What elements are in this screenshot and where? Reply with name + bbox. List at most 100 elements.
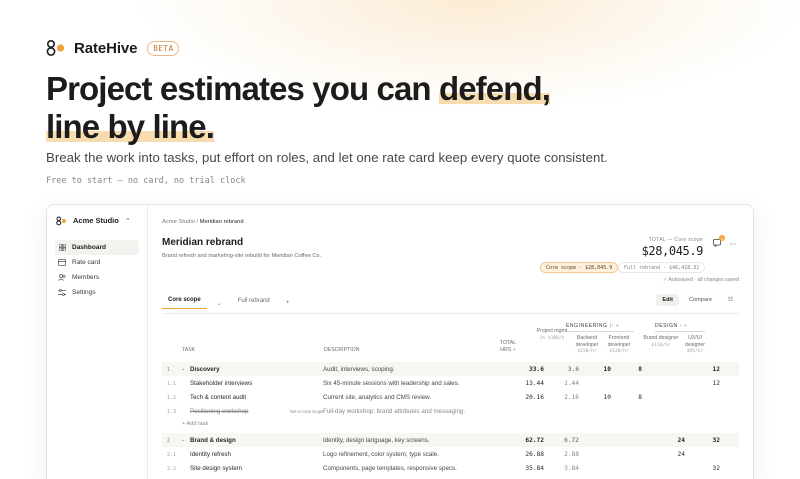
ux-hours: 32 (712, 465, 720, 472)
chevron-down-icon[interactable]: ⌄ (217, 300, 222, 307)
total-hours: 13.44 (525, 380, 544, 387)
task-description: Components, page templates, responsive s… (323, 465, 457, 472)
compare-button[interactable]: Compare (683, 294, 718, 306)
backend-hours: 10 (603, 394, 611, 401)
sidebar-item-label: Settings (72, 289, 96, 296)
notification-badge: 1 (719, 235, 725, 241)
brand-name: RateHive (74, 39, 138, 57)
brand-hours: 24 (677, 437, 685, 444)
task-description: Audit, interviews, scoping. (323, 366, 395, 373)
edit-button[interactable]: Edit (656, 294, 679, 306)
total-hours: 62.72 (525, 437, 544, 444)
grid-icon (58, 244, 66, 252)
pm-hours: 2.16 (564, 394, 579, 401)
task-name: Discovery (190, 366, 220, 373)
total-hours: 33.6 (529, 366, 544, 373)
pm-hours: 6.72 (564, 437, 579, 444)
header-task: TASK (182, 347, 196, 353)
sliders-icon (58, 289, 66, 297)
task-name: Identity refresh (190, 451, 231, 458)
brand-hours: 24 (677, 451, 685, 458)
group-header-design: DESIGN ‹ + (655, 323, 705, 332)
workspace-logo-icon (56, 216, 67, 226)
header-frontend: Frontend developer $120/hr (607, 335, 631, 354)
row-number: 1 (167, 366, 171, 373)
sidebar-item-label: Members (72, 274, 100, 281)
pm-hours: 2.88 (564, 451, 579, 458)
table-group-row[interactable]: ⌄ 1 Discovery Audit, interviews, scoping. 33… (162, 362, 739, 376)
header-ux-designer: UX/UI designer $95/hr (685, 335, 705, 354)
task-description: Current site, analytics and CMS review. (323, 394, 431, 401)
project-description: Brand refresh and marketing-site rebuild… (162, 253, 322, 259)
sidebar-item-members[interactable]: Members (55, 270, 139, 285)
backend-hours: 10 (603, 366, 611, 373)
hero-title-highlight-1: defend, (438, 70, 551, 107)
columns-icon[interactable]: ☷ (722, 294, 739, 306)
chevron-down-icon[interactable]: ⌄ (181, 437, 185, 443)
hero-title: Project estimates you can defend, line b… (46, 70, 551, 146)
breadcrumb: Acme Studio / Meridian rebrand (162, 219, 244, 225)
row-number: 2 (167, 437, 171, 444)
autosave-text: Autosaved · all changes saved (668, 277, 739, 283)
breadcrumb-separator: / (196, 219, 199, 225)
hero-note: Free to start — no card, no trial clock (46, 176, 246, 186)
sidebar-item-label: Rate card (72, 259, 101, 266)
table-group-row[interactable]: ⌄ 2 Brand & design Identity, design languag… (162, 433, 739, 447)
workspace-switcher[interactable]: Acme Studio ⌃ (55, 213, 139, 228)
sidebar-nav: Dashboard Rate card Members Settings (55, 240, 139, 300)
group-header-engineering: ENGINEERING |‹ + (566, 323, 634, 332)
table-row[interactable]: 1.2 Tech & content audit Current site, ana… (162, 390, 739, 404)
header-brand-designer: Brand designer $110/hr (643, 335, 679, 348)
chevron-down-icon[interactable]: ⌄ (181, 366, 185, 372)
row-number: 1.2 (167, 394, 177, 401)
frontend-hours: 8 (638, 394, 642, 401)
row-number: 1.1 (167, 380, 177, 387)
total-label: TOTAL — Core scope (648, 237, 703, 243)
task-description: Logo refinement, color system, type scal… (323, 451, 439, 458)
beta-badge: BETA (147, 40, 180, 56)
row-number: 2.2 (167, 465, 177, 472)
pm-hours: 3.84 (564, 465, 579, 472)
add-task-button[interactable]: + Add task (182, 421, 208, 427)
sidebar-item-dashboard[interactable]: Dashboard (55, 240, 139, 255)
task-description: Full-day workshop: brand attributes and … (323, 408, 466, 415)
project-title: Meridian rebrand (162, 237, 244, 248)
pm-hours: 3.6 (567, 366, 579, 373)
not-in-scope-tag: Not in Core scope (290, 408, 324, 414)
task-name: Positioning workshop (190, 408, 249, 415)
hero-title-plain: Project estimates you can (46, 70, 439, 107)
ratehive-logo-icon (46, 39, 66, 57)
total-hours: 26.88 (525, 451, 544, 458)
autosave-status: ✓ Autosaved · all changes saved (663, 277, 739, 283)
more-button[interactable]: ⋯ (727, 238, 739, 250)
breadcrumb-parent[interactable]: Acme Studio (162, 219, 195, 225)
scope-chip-full[interactable]: Full rebrand · $46,418.32 (618, 262, 706, 273)
table-row[interactable]: 1.1 Stakeholder interviews Six 45-minute s… (162, 376, 739, 390)
tab-full-rebrand[interactable]: Full rebrand (232, 298, 276, 309)
brand: RateHive BETA (46, 39, 180, 57)
table-row[interactable]: 2.1 Identity refresh Logo refinement, colo… (162, 447, 739, 461)
table-row[interactable]: 1.3 Positioning workshop Full-day workshop… (162, 404, 739, 418)
ux-hours: 12 (712, 366, 720, 373)
ux-hours: 32 (712, 437, 720, 444)
row-number: 1.3 (167, 408, 177, 415)
main-panel: Acme Studio / Meridian rebrand Meridian … (148, 205, 753, 479)
add-tab-button[interactable]: + (286, 300, 290, 306)
comments-button[interactable]: 1 (711, 235, 725, 250)
table-row[interactable]: 2.2 Site design system Components, page te… (162, 461, 739, 475)
total-hours: 20.16 (525, 394, 544, 401)
task-name: Tech & content audit (190, 394, 247, 401)
task-name: Site design system (190, 465, 242, 472)
total-value: $28,045.9 (641, 244, 704, 258)
scope-chip-core[interactable]: Core scope · $28,045.9 (540, 262, 619, 273)
sidebar-item-settings[interactable]: Settings (55, 285, 139, 300)
task-name: Brand & design (190, 437, 236, 444)
pm-hours: 1.44 (564, 380, 579, 387)
header-description: DESCRIPTION (324, 347, 360, 353)
scope-tabs: Core scope ⌄ Full rebrand + (162, 297, 289, 309)
task-description: Six 45-minute sessions with leadership a… (323, 380, 460, 387)
sidebar-item-rate-card[interactable]: Rate card (55, 255, 139, 270)
sidebar: Acme Studio ⌃ Dashboard Rate card Member… (47, 205, 148, 479)
task-name: Stakeholder interviews (190, 380, 253, 387)
tab-core-scope[interactable]: Core scope (162, 297, 207, 309)
